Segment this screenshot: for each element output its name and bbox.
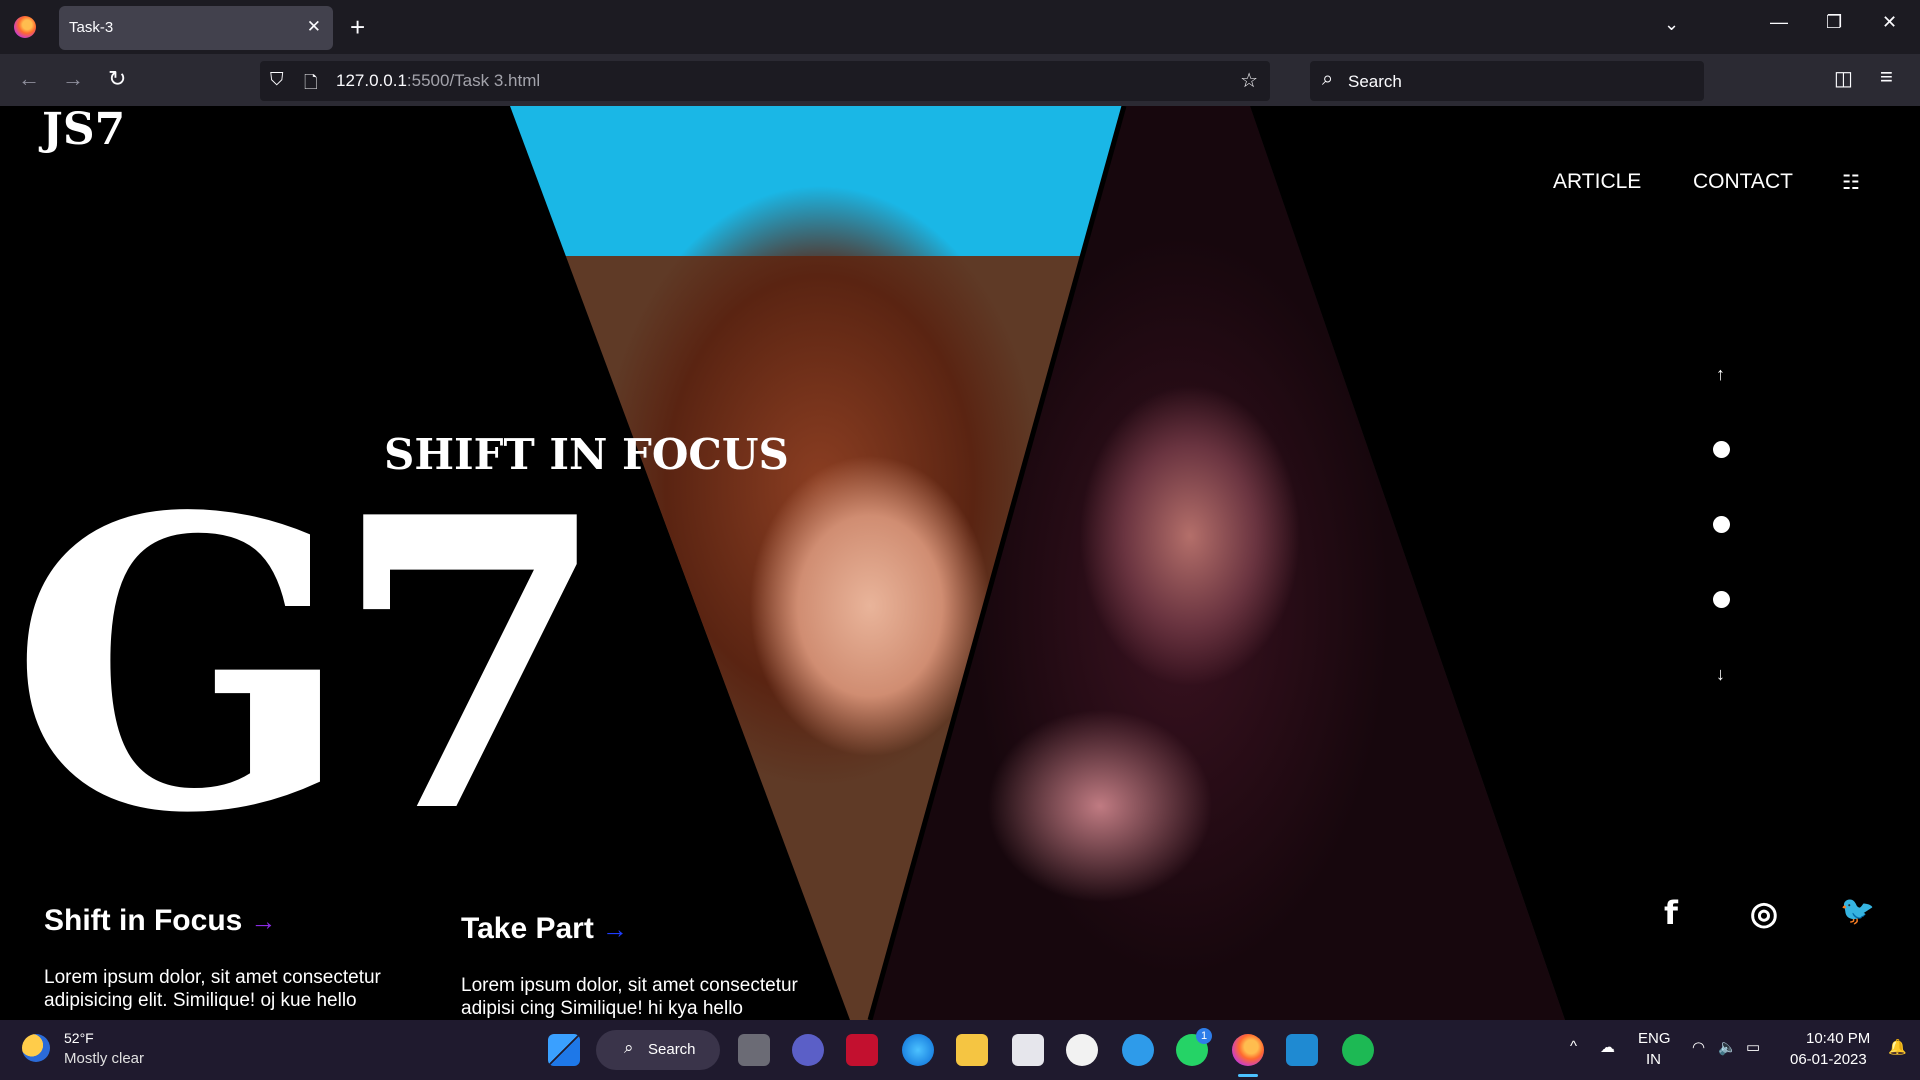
edge-icon[interactable]: [902, 1034, 934, 1066]
feature-title[interactable]: Take Part: [461, 912, 594, 945]
weather-description[interactable]: Mostly clear: [64, 1050, 144, 1067]
tab-close-icon[interactable]: ✕: [307, 17, 321, 37]
close-window-button[interactable]: ✕: [1882, 12, 1897, 33]
instagram-icon[interactable]: ◎: [1750, 894, 1778, 932]
weather-moon-icon[interactable]: [22, 1034, 50, 1062]
clock-time[interactable]: 10:40 PM: [1806, 1030, 1870, 1047]
search-bar[interactable]: ⌕ Search: [1310, 61, 1704, 101]
pager-dot[interactable]: [1713, 516, 1730, 533]
onedrive-icon[interactable]: ☁: [1600, 1038, 1615, 1056]
microsoft-store-icon[interactable]: [1012, 1034, 1044, 1066]
feature-shift-in-focus: Shift in Focus → Lorem ipsum dolor, sit a…: [44, 904, 434, 1012]
vscode-icon[interactable]: [1286, 1034, 1318, 1066]
arrow-right-icon[interactable]: →: [602, 914, 628, 944]
pocket-icon[interactable]: ◫: [1834, 66, 1853, 91]
feature-description: Lorem ipsum dolor, sit amet consectetur …: [44, 967, 381, 1011]
teams-chat-icon[interactable]: [792, 1034, 824, 1066]
taskbar-search[interactable]: ⌕ Search: [596, 1030, 720, 1070]
minimize-button[interactable]: —: [1770, 12, 1788, 33]
feature-description: Lorem ipsum dolor, sit amet consectetur …: [461, 975, 798, 1019]
whatsapp-badge: 1: [1196, 1028, 1212, 1044]
twitter-icon[interactable]: 🐦: [1840, 894, 1875, 927]
list-all-tabs-icon[interactable]: ⌄: [1664, 14, 1679, 35]
file-explorer-icon[interactable]: [956, 1034, 988, 1066]
search-icon: ⌕: [1322, 68, 1334, 90]
facebook-icon[interactable]: f: [1664, 894, 1678, 932]
feature-take-part: Take Part → Lorem ipsum dolor, sit amet c…: [461, 912, 851, 1020]
windows-taskbar: 52°F Mostly clear ⌕ Search 1 ^ ☁ ENG IN …: [0, 1020, 1920, 1080]
menu-list-icon[interactable]: ☷: [1842, 170, 1860, 195]
pager-up-arrow-icon[interactable]: ↑: [1716, 364, 1725, 385]
windows-start-icon[interactable]: [548, 1034, 580, 1066]
browser-navigation-bar: ← → ↻ ⛉ 🗋 127.0.0.1:5500/Task 3.html ☆ ⌕…: [0, 54, 1920, 106]
github-icon[interactable]: [1066, 1034, 1098, 1066]
weather-temperature[interactable]: 52°F: [64, 1030, 94, 1046]
address-bar[interactable]: ⛉ 🗋 127.0.0.1:5500/Task 3.html ☆: [260, 61, 1270, 101]
page-info-icon[interactable]: 🗋: [304, 70, 318, 99]
browser-tab[interactable]: Task-3 ✕: [59, 6, 333, 50]
back-button[interactable]: ←: [18, 66, 40, 92]
pager-down-arrow-icon[interactable]: ↓: [1716, 664, 1725, 685]
taskbar-search-label: Search: [648, 1041, 696, 1058]
show-hidden-icons-icon[interactable]: ^: [1570, 1038, 1577, 1055]
battery-icon[interactable]: ▭: [1746, 1038, 1760, 1056]
help-icon[interactable]: [1122, 1034, 1154, 1066]
task-view-icon[interactable]: [738, 1034, 770, 1066]
nav-contact-link[interactable]: CONTACT: [1693, 170, 1793, 194]
site-logo[interactable]: JS7: [42, 106, 125, 155]
language-top[interactable]: ENG: [1638, 1030, 1671, 1047]
mcafee-icon[interactable]: [846, 1034, 878, 1066]
forward-button[interactable]: →: [62, 66, 84, 92]
spotify-icon[interactable]: [1342, 1034, 1374, 1066]
restore-button[interactable]: ❐: [1826, 12, 1842, 33]
pager-dot[interactable]: [1713, 441, 1730, 458]
clock-date[interactable]: 06-01-2023: [1790, 1051, 1867, 1068]
url-text[interactable]: 127.0.0.1:5500/Task 3.html: [336, 71, 540, 91]
search-placeholder: Search: [1348, 72, 1402, 91]
feature-title[interactable]: Shift in Focus: [44, 904, 242, 937]
search-icon: ⌕: [624, 1038, 634, 1057]
reload-button[interactable]: ↻: [108, 66, 126, 92]
app-menu-icon[interactable]: ≡: [1880, 64, 1893, 90]
firefox-logo-icon[interactable]: [14, 16, 36, 38]
wifi-icon[interactable]: ◠: [1692, 1038, 1705, 1056]
notifications-icon[interactable]: 🔔: [1888, 1038, 1907, 1056]
language-bottom[interactable]: IN: [1646, 1051, 1661, 1068]
active-app-indicator: [1238, 1074, 1258, 1077]
tracking-shield-icon[interactable]: ⛉: [270, 69, 284, 90]
firefox-taskbar-icon[interactable]: [1232, 1034, 1264, 1066]
volume-icon[interactable]: 🔈: [1718, 1038, 1737, 1056]
browser-tab-bar: Task-3 ✕ + ⌄ — ❐ ✕: [0, 0, 1920, 54]
bookmark-star-icon[interactable]: ☆: [1240, 68, 1258, 93]
pager-dot[interactable]: [1713, 591, 1730, 608]
new-tab-button[interactable]: +: [350, 12, 365, 43]
arrow-right-icon[interactable]: →: [250, 906, 276, 936]
tab-title: Task-3: [69, 19, 114, 36]
page-viewport: JS7 ARTICLE CONTACT ☷ SHIFT IN FOCUS G7 …: [0, 106, 1920, 1020]
hero-title: G7: [10, 431, 610, 901]
nav-article-link[interactable]: ARTICLE: [1553, 170, 1641, 194]
